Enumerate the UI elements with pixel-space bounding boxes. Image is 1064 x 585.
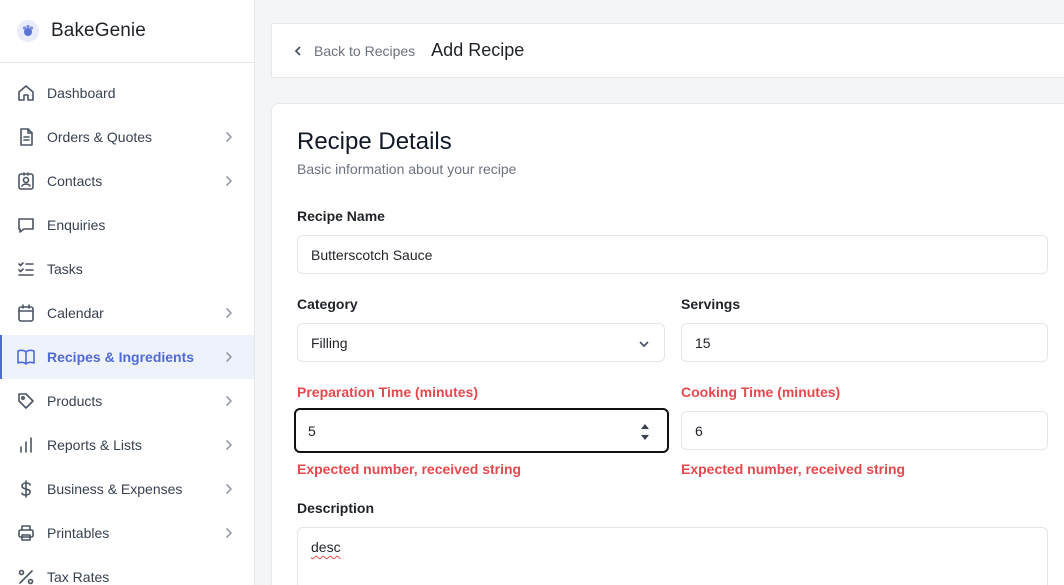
book-icon xyxy=(16,347,36,367)
sidebar-item-label: Tax Rates xyxy=(47,569,110,585)
chevron-right-icon xyxy=(222,350,236,364)
sidebar-nav: Dashboard Orders & Quotes Contacts Enqui… xyxy=(0,63,254,585)
sidebar-item-enquiries[interactable]: Enquiries xyxy=(0,203,254,247)
description-label: Description xyxy=(297,500,375,516)
description-value: desc xyxy=(311,539,341,555)
checklist-icon xyxy=(16,259,36,279)
sidebar-item-business-expenses[interactable]: Business & Expenses xyxy=(0,467,254,511)
chevron-right-icon xyxy=(222,130,236,144)
sidebar: BakeGenie Dashboard Orders & Quotes Cont… xyxy=(0,0,255,585)
back-link-label: Back to Recipes xyxy=(314,42,416,59)
sidebar-item-label: Business & Expenses xyxy=(47,481,183,497)
cook-time-error: Expected number, received string xyxy=(681,461,906,477)
brand[interactable]: BakeGenie xyxy=(0,0,254,63)
recipe-name-label: Recipe Name xyxy=(297,208,385,224)
card-title: Recipe Details xyxy=(297,128,452,155)
recipe-details-card: Recipe Details Basic information about y… xyxy=(271,103,1064,585)
sidebar-item-label: Dashboard xyxy=(47,85,116,101)
page-title: Add Recipe xyxy=(431,40,525,60)
percent-icon xyxy=(16,567,36,585)
sidebar-item-label: Recipes & Ingredients xyxy=(47,349,195,365)
category-value: Filling xyxy=(311,334,348,351)
chat-bubble-icon xyxy=(16,215,36,235)
bar-chart-icon xyxy=(16,435,36,455)
calendar-icon xyxy=(16,303,36,323)
prep-time-input[interactable]: 5 xyxy=(294,408,669,453)
contact-card-icon xyxy=(16,171,36,191)
sidebar-item-label: Tasks xyxy=(47,261,83,277)
chevron-right-icon xyxy=(222,394,236,408)
chevron-right-icon xyxy=(222,526,236,540)
recipe-name-input[interactable]: Butterscotch Sauce xyxy=(297,235,1048,274)
sidebar-item-products[interactable]: Products xyxy=(0,379,254,423)
chevron-right-icon xyxy=(222,438,236,452)
cook-time-label: Cooking Time (minutes) xyxy=(681,384,841,400)
prep-time-value: 5 xyxy=(308,422,316,439)
sidebar-item-label: Calendar xyxy=(47,305,104,321)
brand-name: BakeGenie xyxy=(51,20,146,41)
back-to-recipes-link[interactable]: Back to Recipes xyxy=(292,43,415,59)
dollar-icon xyxy=(16,479,36,499)
description-textarea[interactable]: desc xyxy=(297,527,1048,585)
sidebar-item-recipes-ingredients[interactable]: Recipes & Ingredients xyxy=(0,335,254,379)
category-select[interactable]: Filling xyxy=(297,323,665,362)
category-label: Category xyxy=(297,296,358,312)
document-icon xyxy=(16,127,36,147)
sidebar-item-label: Products xyxy=(47,393,103,409)
sidebar-item-label: Orders & Quotes xyxy=(47,129,153,145)
sidebar-item-printables[interactable]: Printables xyxy=(0,511,254,555)
sidebar-item-reports-lists[interactable]: Reports & Lists xyxy=(0,423,254,467)
servings-label: Servings xyxy=(681,296,741,312)
chevron-left-icon xyxy=(294,45,301,56)
cook-time-input[interactable]: 6 xyxy=(681,411,1048,450)
sidebar-item-tasks[interactable]: Tasks xyxy=(0,247,254,291)
sidebar-item-label: Printables xyxy=(47,525,110,541)
number-spinner-icon[interactable] xyxy=(641,424,651,440)
servings-input[interactable]: 15 xyxy=(681,323,1048,362)
sidebar-item-orders-quotes[interactable]: Orders & Quotes xyxy=(0,115,254,159)
sidebar-item-label: Reports & Lists xyxy=(47,437,142,453)
sidebar-item-calendar[interactable]: Calendar xyxy=(0,291,254,335)
sidebar-item-label: Contacts xyxy=(47,173,103,189)
chevron-right-icon xyxy=(222,306,236,320)
sidebar-item-label: Enquiries xyxy=(47,217,106,233)
chevron-right-icon xyxy=(222,174,236,188)
card-subtitle: Basic information about your recipe xyxy=(297,161,517,177)
sidebar-item-tax-rates[interactable]: Tax Rates xyxy=(0,555,254,585)
sidebar-item-dashboard[interactable]: Dashboard xyxy=(0,71,254,115)
printer-icon xyxy=(16,523,36,543)
prep-time-label: Preparation Time (minutes) xyxy=(297,384,479,400)
servings-value: 15 xyxy=(695,334,711,351)
chevron-down-icon xyxy=(638,337,650,349)
cook-time-value: 6 xyxy=(695,422,703,439)
sidebar-item-contacts[interactable]: Contacts xyxy=(0,159,254,203)
chevron-right-icon xyxy=(222,482,236,496)
recipe-name-value: Butterscotch Sauce xyxy=(311,246,433,263)
tag-icon xyxy=(16,391,36,411)
page-header: Back to Recipes Add Recipe xyxy=(271,23,1064,78)
bakegenie-logo-icon xyxy=(17,20,39,42)
home-icon xyxy=(16,83,36,103)
prep-time-error: Expected number, received string xyxy=(297,461,522,477)
